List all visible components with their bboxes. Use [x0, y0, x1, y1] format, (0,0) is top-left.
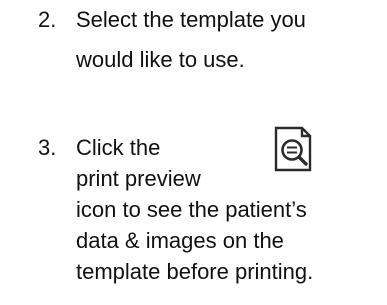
step-text-line: would like to use.	[76, 47, 245, 72]
step-text-line: template before printing.	[76, 259, 314, 284]
step-text-line: data & images on the	[76, 228, 284, 253]
step-text-line: Click the	[76, 135, 161, 160]
step-text-line: icon to see the patient’s	[76, 197, 307, 222]
print-preview-icon	[274, 126, 312, 172]
step-number: 3.	[38, 135, 57, 160]
step-text-line: Select the template you	[76, 7, 306, 32]
step-text-line: print preview	[76, 166, 201, 191]
step-number: 2.	[38, 7, 57, 32]
